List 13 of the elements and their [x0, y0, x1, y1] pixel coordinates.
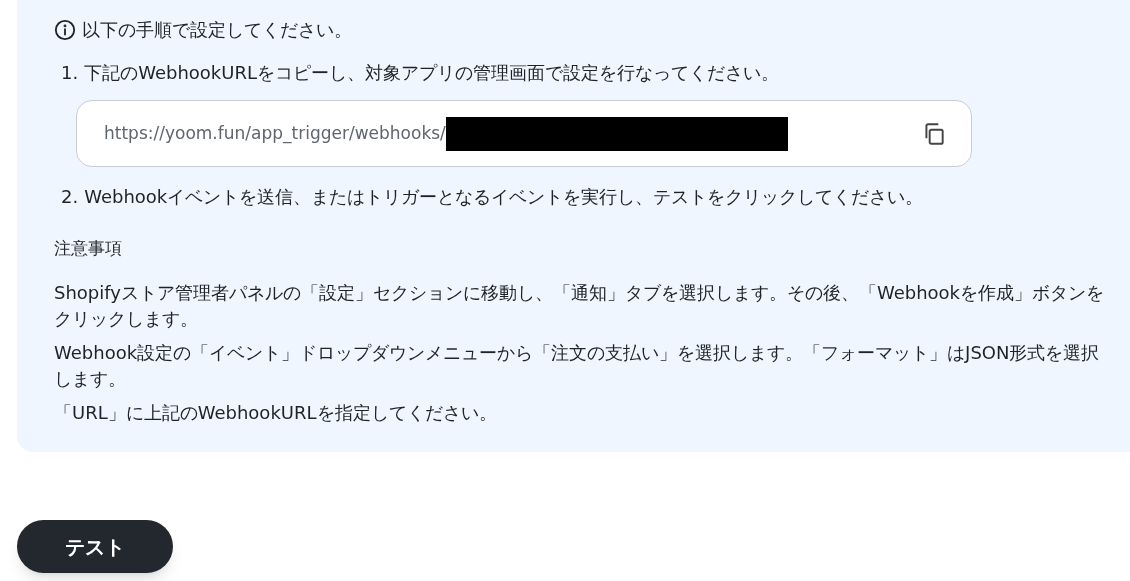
step-text: 下記のWebhookURLをコピーし、対象アプリの管理画面で設定を行なってください。 [84, 61, 779, 85]
webhook-url-field[interactable]: https://yoom.fun/app_trigger/webhooks/ [76, 100, 972, 167]
test-button[interactable]: テスト [17, 520, 173, 573]
step-text: Webhookイベントを送信、またはトリガーとなるイベントを実行し、テストをクリックしてください。 [84, 185, 924, 209]
notes-title: 注意事項 [54, 237, 123, 260]
instructions-heading: 以下の手順で設定してください。 [82, 18, 352, 42]
note-paragraph: 「URL」に上記のWebhookURLを指定してください。 [54, 400, 498, 425]
info-icon [54, 18, 76, 41]
note-paragraph: Webhook設定の「イベント」ドロップダウンメニューから「注文の支払い」を選択します。「フォーマット」はJSON形式を選択します。 [54, 340, 1101, 391]
webhook-url-text: https://yoom.fun/app_trigger/webhooks/ [104, 121, 446, 146]
step-number: 2. [61, 185, 79, 209]
step-number: 1. [61, 61, 79, 85]
note-paragraph: Shopifyストア管理者パネルの「設定」セクションに移動し、「通知」タブを選択します。その後、「Webhookを作成」ボタンをクリックします。 [54, 280, 1106, 331]
